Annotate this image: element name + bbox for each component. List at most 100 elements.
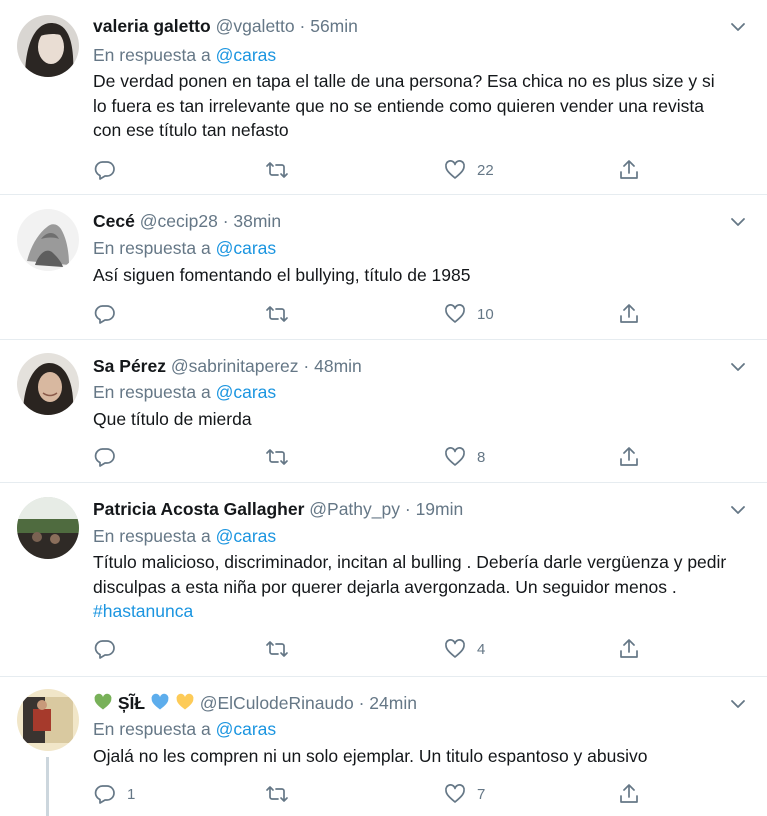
chevron-down-icon[interactable] <box>729 358 747 376</box>
retweet-icon <box>266 306 288 322</box>
avatar-image <box>17 209 79 271</box>
like-count: 8 <box>477 448 486 466</box>
yellow-heart-emoji <box>176 693 194 710</box>
chevron-down-icon[interactable] <box>729 213 747 231</box>
tweet-actions: 8 <box>93 444 653 470</box>
user-handle[interactable]: @cecip28 <box>140 211 218 231</box>
timestamp[interactable]: 19min <box>416 499 464 519</box>
tweet-text: Así siguen fomentando el bullying, títul… <box>93 265 471 285</box>
avatar[interactable] <box>17 497 79 559</box>
like-count: 4 <box>477 640 486 658</box>
reply-icon <box>94 785 115 804</box>
display-name[interactable]: Cecé <box>93 211 135 231</box>
retweet-icon <box>266 641 288 657</box>
tweet[interactable]: Sa Pérez @sabrinitaperez · 48min En resp… <box>0 340 767 483</box>
retweet-button[interactable] <box>265 301 299 327</box>
reply-button[interactable] <box>93 157 127 183</box>
like-button[interactable]: 8 <box>443 444 485 470</box>
tweet-header: Sa Pérez @sabrinitaperez · 48min <box>93 354 717 378</box>
tweet-header: valeria galetto @vgaletto · 56min <box>93 14 717 38</box>
like-icon <box>445 304 465 323</box>
tweet-header: Cecé @cecip28 · 38min <box>93 209 717 233</box>
share-icon <box>620 784 638 803</box>
timestamp[interactable]: 38min <box>233 211 281 231</box>
reply-icon <box>94 448 115 467</box>
like-icon <box>445 784 465 803</box>
chevron-down-icon[interactable] <box>729 18 747 36</box>
thread-connector-line <box>46 757 49 816</box>
reply-context: En respuesta a @caras <box>93 380 276 404</box>
reply-context: En respuesta a @caras <box>93 236 276 260</box>
timestamp[interactable]: 56min <box>310 16 358 36</box>
user-handle[interactable]: @Pathy_py <box>309 499 400 519</box>
blue-heart-emoji <box>151 693 169 710</box>
reply-prefix: En respuesta a <box>93 382 211 402</box>
share-icon <box>620 304 638 323</box>
timestamp[interactable]: 48min <box>314 356 362 376</box>
reply-icon <box>94 161 115 180</box>
timestamp[interactable]: 24min <box>369 693 417 713</box>
reply-mention-link[interactable]: @caras <box>216 382 277 402</box>
tweet-actions: 1 7 <box>93 781 653 807</box>
user-handle[interactable]: @ElCulodeRinaudo <box>200 693 354 713</box>
like-button[interactable]: 7 <box>443 781 485 807</box>
tweet-header: ȘĨŁ @ElCulodeRinaudo · 24min <box>93 691 717 715</box>
reply-mention-link[interactable]: @caras <box>216 45 277 65</box>
reply-mention-link[interactable]: @caras <box>216 719 277 739</box>
separator-dot: · <box>222 211 229 231</box>
share-button[interactable] <box>617 301 641 327</box>
tweet[interactable]: Cecé @cecip28 · 38min En respuesta a @ca… <box>0 195 767 340</box>
reply-mention-link[interactable]: @caras <box>216 526 277 546</box>
replies-feed: valeria galetto @vgaletto · 56min En res… <box>0 0 767 816</box>
avatar[interactable] <box>17 689 79 751</box>
like-button[interactable]: 10 <box>443 301 494 327</box>
reply-mention-link[interactable]: @caras <box>216 238 277 258</box>
retweet-button[interactable] <box>265 157 299 183</box>
reply-prefix: En respuesta a <box>93 526 211 546</box>
like-icon <box>445 639 465 658</box>
reply-prefix: En respuesta a <box>93 238 211 258</box>
reply-icon <box>94 640 115 659</box>
share-button[interactable] <box>617 444 641 470</box>
like-button[interactable]: 22 <box>443 157 494 183</box>
share-icon <box>620 639 638 658</box>
retweet-button[interactable] <box>265 781 299 807</box>
chevron-down-icon[interactable] <box>729 501 747 519</box>
share-button[interactable] <box>617 157 641 183</box>
display-name[interactable]: ȘĨŁ <box>118 693 145 713</box>
share-button[interactable] <box>617 636 641 662</box>
reply-button[interactable]: 1 <box>93 781 135 807</box>
reply-prefix: En respuesta a <box>93 45 211 65</box>
tweet[interactable]: valeria galetto @vgaletto · 56min En res… <box>0 0 767 195</box>
tweet[interactable]: ȘĨŁ @ElCulodeRinaudo · 24min En respuest… <box>0 677 767 816</box>
tweet[interactable]: Patricia Acosta Gallagher @Pathy_py · 19… <box>0 483 767 677</box>
like-count: 10 <box>477 305 494 323</box>
share-button[interactable] <box>617 781 641 807</box>
like-button[interactable]: 4 <box>443 636 485 662</box>
avatar[interactable] <box>17 209 79 271</box>
tweet-text: Título malicioso, discriminador, incitan… <box>93 550 728 624</box>
separator-dot: · <box>358 693 365 713</box>
chevron-down-icon[interactable] <box>729 695 747 713</box>
avatar-image <box>17 497 79 559</box>
like-icon <box>445 160 465 179</box>
avatar[interactable] <box>17 15 79 77</box>
user-handle[interactable]: @sabrinitaperez <box>171 356 299 376</box>
display-name[interactable]: Sa Pérez <box>93 356 166 376</box>
retweet-button[interactable] <box>265 636 299 662</box>
retweet-icon <box>266 162 288 178</box>
green-heart-emoji <box>94 693 112 710</box>
reply-context: En respuesta a @caras <box>93 717 276 741</box>
avatar-image <box>17 689 79 751</box>
tweet-body: Título malicioso, discriminador, incitan… <box>93 552 727 597</box>
reply-button[interactable] <box>93 636 127 662</box>
display-name[interactable]: valeria galetto <box>93 16 211 36</box>
hashtag-link[interactable]: #hastanunca <box>93 601 193 621</box>
avatar[interactable] <box>17 353 79 415</box>
display-name[interactable]: Patricia Acosta Gallagher <box>93 499 304 519</box>
reply-button[interactable] <box>93 444 127 470</box>
reply-button[interactable] <box>93 301 127 327</box>
reply-icon <box>94 305 115 324</box>
user-handle[interactable]: @vgaletto <box>216 16 295 36</box>
retweet-button[interactable] <box>265 444 299 470</box>
